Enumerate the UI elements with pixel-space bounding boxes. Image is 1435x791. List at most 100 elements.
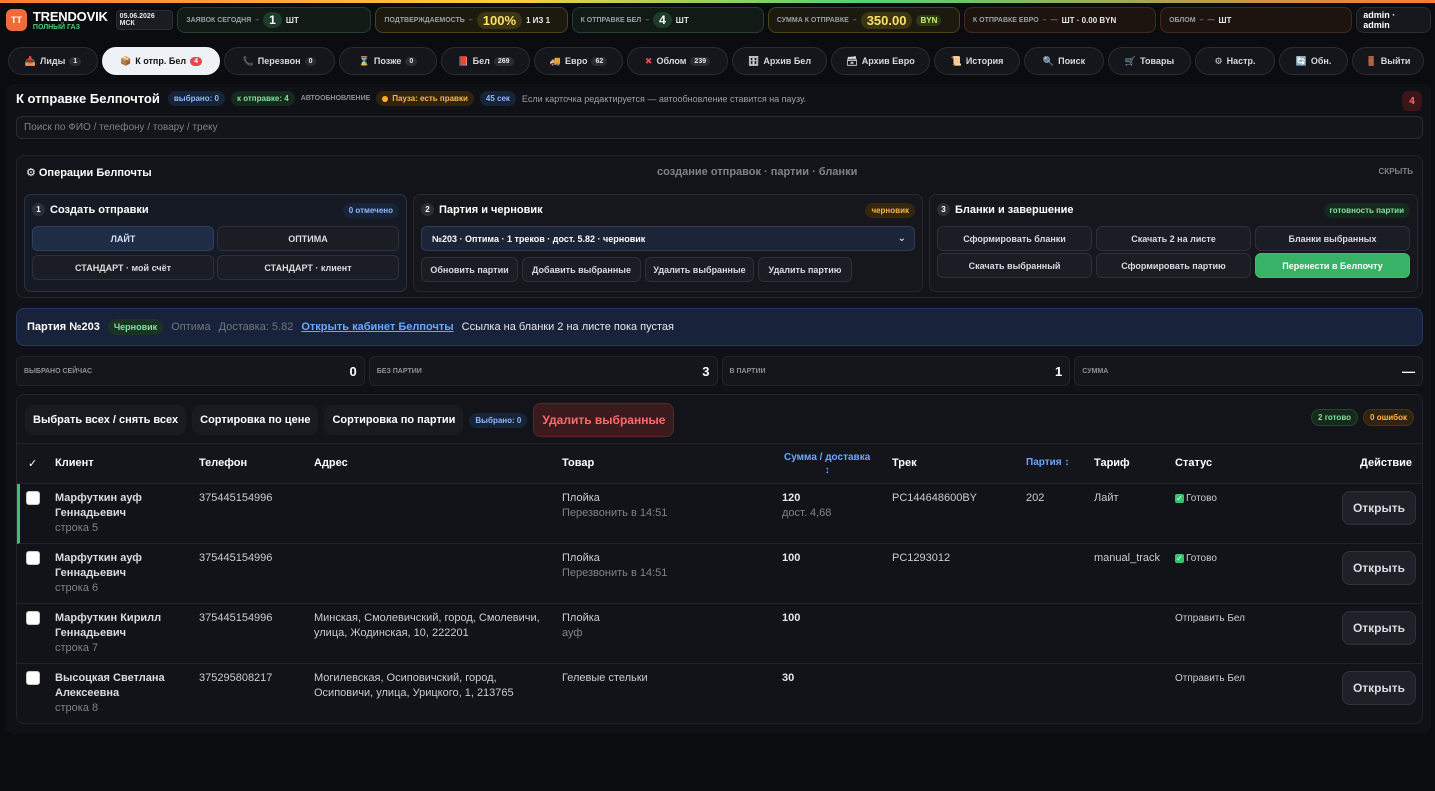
download-2-per-sheet-button[interactable]: Скачать 2 на листе — [1096, 226, 1251, 251]
tab-leads[interactable]: 📥 Лиды 1 — [8, 47, 98, 75]
card-create: 1 Создать отправки 0 отмечено ЛАЙТ ОПТИМА… — [24, 194, 407, 292]
header-status: Статус — [1175, 457, 1213, 469]
logo: TT — [6, 9, 27, 31]
card-box-icon: 🗃 — [846, 55, 858, 66]
open-button[interactable]: Открыть — [1342, 611, 1416, 645]
refresh-icon: 🔄 — [1295, 55, 1307, 66]
party-ready-badge: готовность партии — [1323, 203, 1410, 218]
tab-search[interactable]: 🔍 Поиск — [1024, 47, 1104, 75]
row-checkbox[interactable] — [26, 491, 40, 505]
to-send-badge: к отправке: 4 — [230, 91, 295, 106]
autoupdate-label: АВТООБНОВЛЕНИЕ — [300, 95, 371, 102]
user-menu[interactable]: admin · admin — [1356, 7, 1431, 33]
timer-badge: 45 сек — [479, 91, 516, 106]
stat-selected-now: ВЫБРАНО СЕЙЧАС 0 — [16, 356, 365, 386]
brand-subtitle: ПОЛНЫЙ ГАЗ — [32, 23, 80, 31]
stat-sum: СУММА — — [1074, 356, 1423, 386]
tab-logout[interactable]: 🚪 Выйти — [1352, 47, 1424, 75]
add-selected-button[interactable]: Добавить выбранные — [522, 257, 641, 282]
header-party-sort[interactable]: Партия ↕ — [1026, 457, 1069, 468]
ops-panel: ⚙ Операции Белпочты создание отправок · п… — [16, 155, 1423, 298]
row-checkbox[interactable] — [26, 671, 40, 685]
tariff-light-button[interactable]: ЛАЙТ — [32, 226, 214, 251]
tab-archive-bel[interactable]: 🗄 Архив Бел — [732, 47, 827, 75]
brand[interactable]: TT TRENDOVIK ПОЛНЫЙ ГАЗ 05.06.2026 МСК — [6, 9, 174, 31]
row-checkbox[interactable] — [26, 611, 40, 625]
header-address: Адрес — [314, 457, 348, 469]
tab-fail[interactable]: ✖ Облом 239 — [627, 47, 728, 75]
table-row: Марфуткин Кирилл Геннадьевич строка 7 375… — [17, 604, 1422, 664]
tariff-standard-own-button[interactable]: СТАНДАРТ · мой счёт — [32, 255, 214, 280]
sort-price-button[interactable]: Сортировка по цене — [192, 405, 319, 435]
tab-products[interactable]: 🛒 Товары — [1108, 47, 1191, 75]
header-track: Трек — [892, 457, 917, 469]
date-chip: 05.06.2026 МСК — [115, 10, 174, 30]
party-status-badge: Черновик — [107, 319, 164, 335]
tab-bel[interactable]: 📕 Бел 269 — [441, 47, 530, 75]
tariff-optima-button[interactable]: ОПТИМА — [217, 226, 399, 251]
scroll-icon: 📜 — [950, 55, 962, 66]
select-all-button[interactable]: Выбрать всех / снять всех — [25, 405, 187, 435]
pause-badge[interactable]: Пауза: есть правки — [376, 91, 474, 106]
remove-selected-button[interactable]: Удалить выбранные — [645, 257, 754, 282]
ready-badge: 2 готово — [1311, 409, 1359, 426]
hide-button[interactable]: СКРЫТЬ — [1379, 167, 1413, 176]
party-label: Партия №203 — [27, 321, 100, 333]
card-party: 2 Партия и черновик черновик №203 · Оптим… — [413, 194, 923, 292]
party-bar: Партия №203 Черновик Оптима Доставка: 5.… — [16, 308, 1423, 346]
tab-later[interactable]: ⌛ Позже 0 — [339, 47, 437, 75]
table-toolbar: Выбрать всех / снять всех Сортировка по … — [25, 403, 675, 437]
phone-icon: 📞 — [242, 55, 254, 66]
tariff-standard-client-button[interactable]: СТАНДАРТ · клиент — [217, 255, 399, 280]
summary-stats: ВЫБРАНО СЕЙЧАС 0 БЕЗ ПАРТИИ 3 В ПАРТИИ 1 СУ… — [16, 356, 1423, 386]
party-select[interactable]: №203 · Оптима · 1 треков · дост. 5.82 · … — [421, 226, 915, 251]
stat-orders-today: ЗАЯВОК СЕГОДНЯ – 1 шт — [177, 7, 372, 33]
header-check[interactable]: ✓ — [28, 457, 37, 470]
open-button[interactable]: Открыть — [1342, 671, 1416, 705]
open-button[interactable]: Открыть — [1342, 491, 1416, 525]
gear-icon: ⚙ — [1214, 55, 1223, 66]
stat-to-send-euro: К ОТПРАВКЕ ЕВРО – — шт · 0.00 BYN — [963, 7, 1157, 33]
cart-icon: 🛒 — [1124, 55, 1137, 66]
book-icon: 📕 — [457, 55, 469, 66]
page-title: К отправке Белпочтой — [16, 91, 160, 106]
sort-party-button[interactable]: Сортировка по партии — [324, 405, 464, 435]
belpost-cabinet-link[interactable]: Открыть кабинет Белпочты — [301, 321, 453, 333]
tab-callback[interactable]: 📞 Перезвон 0 — [224, 47, 335, 75]
header-phone: Телефон — [199, 457, 248, 469]
count-badge: 4 — [1402, 91, 1422, 111]
tab-refresh[interactable]: 🔄 Обн. — [1279, 47, 1348, 75]
tab-to-send-bel[interactable]: 📦 К отпр. Бел 4 — [102, 47, 220, 75]
top-bar: TT TRENDOVIK ПОЛНЫЙ ГАЗ 05.06.2026 МСК З… — [0, 3, 1435, 37]
tab-history[interactable]: 📜 История — [934, 47, 1020, 75]
search-icon: 🔍 — [1042, 55, 1055, 66]
form-party-button[interactable]: Сформировать партию — [1096, 253, 1251, 278]
row-checkbox[interactable] — [26, 551, 40, 565]
stat-confirmation: ПОДТВЕРЖДАЕМОСТЬ – 100% 1 из 1 — [375, 7, 568, 33]
open-button[interactable]: Открыть — [1342, 551, 1416, 585]
header-tariff: Тариф — [1094, 457, 1130, 469]
stat-sum-to-send: СУММА К ОТПРАВКЕ – 350.00 BYN — [767, 7, 960, 33]
header-sum-sort[interactable]: Сумма / доставка ↕ — [784, 451, 870, 477]
table-row: Марфуткин ауф Геннадьевич строка 5 375445… — [17, 484, 1422, 544]
delete-party-button[interactable]: Удалить партию — [758, 257, 852, 282]
table-status: 2 готово 0 ошибок — [1311, 409, 1414, 426]
download-selected-button[interactable]: Скачать выбранный — [937, 253, 1092, 278]
delete-selected-button[interactable]: Удалить выбранные — [533, 403, 675, 437]
tab-settings[interactable]: ⚙ Настр. — [1195, 47, 1275, 75]
party-delivery: Доставка: 5.82 — [218, 321, 294, 333]
table-row: Марфуткин ауф Геннадьевич строка 6 375445… — [17, 544, 1422, 604]
search-input[interactable] — [16, 116, 1423, 139]
cabinet-icon: 🗄 — [747, 55, 760, 66]
errors-badge: 0 ошибок — [1363, 409, 1414, 426]
inbox-icon: 📥 — [24, 55, 37, 66]
stat-to-send-bel: К ОТПРАВКЕ БЕЛ – 4 шт — [571, 7, 764, 33]
tab-euro[interactable]: 🚚 Евро 62 — [534, 47, 623, 75]
tab-archive-euro[interactable]: 🗃 Архив Евро — [831, 47, 930, 75]
transfer-to-belpost-button[interactable]: Перенести в Белпочту — [1255, 253, 1410, 278]
check-icon: ✓ — [1175, 494, 1184, 503]
form-blanks-button[interactable]: Сформировать бланки — [937, 226, 1092, 251]
refresh-parties-button[interactable]: Обновить партии — [421, 257, 518, 282]
stat-fail: ОБЛОМ – — шт — [1160, 7, 1353, 33]
selected-blanks-button[interactable]: Бланки выбранных — [1255, 226, 1410, 251]
